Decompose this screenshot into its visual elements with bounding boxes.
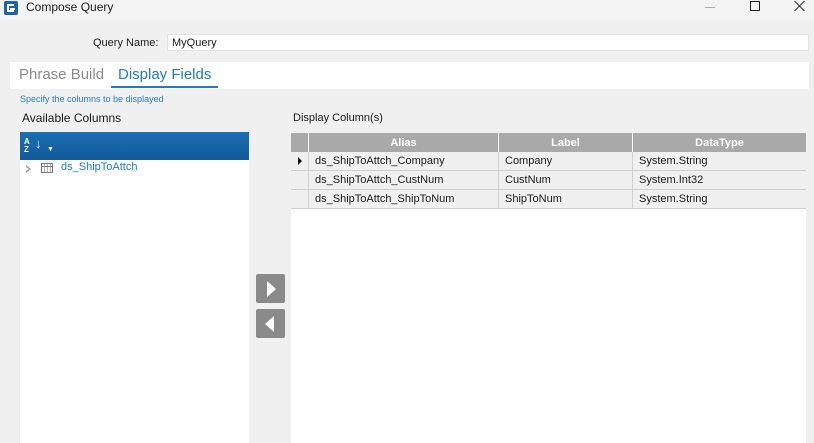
available-columns-title: Available Columns (22, 111, 122, 125)
active-tab-indicator (111, 86, 218, 88)
row-selector[interactable] (291, 152, 309, 170)
cell-alias[interactable]: ds_ShipToAttch_Company (309, 152, 499, 170)
remove-column-button[interactable] (256, 309, 285, 338)
table-row[interactable]: ds_ShipToAttch_CustNum CustNum System.In… (291, 171, 806, 190)
column-header-alias[interactable]: Alias (309, 133, 499, 152)
row-selector[interactable] (291, 190, 309, 208)
current-row-icon (298, 157, 302, 165)
tab-phrase-build[interactable]: Phrase Build (19, 65, 104, 85)
minimize-icon[interactable] (700, 0, 720, 14)
query-name-label: Query Name: (93, 37, 159, 49)
tab-strip: Phrase Build Display Fields (10, 62, 809, 89)
cell-label[interactable]: Company (499, 152, 633, 170)
table-icon (41, 163, 53, 173)
table-row[interactable]: ds_ShipToAttch_ShipToNum ShipToNum Syste… (291, 190, 806, 209)
tree-item-ds-shiptoattch[interactable]: ds_ShipToAttch (20, 160, 249, 176)
cell-datatype[interactable]: System.Int32 (633, 171, 806, 189)
close-icon[interactable] (790, 0, 810, 14)
display-columns-grid: Alias Label DataType ds_ShipToAttch_Comp… (291, 133, 806, 443)
cell-label[interactable]: CustNum (499, 171, 633, 189)
row-selector[interactable] (291, 171, 309, 189)
maximize-icon[interactable] (745, 0, 765, 14)
app-logo-icon (4, 1, 18, 15)
tree-item-label: ds_ShipToAttch (61, 161, 138, 173)
cell-datatype[interactable]: System.String (633, 152, 806, 170)
cell-alias[interactable]: ds_ShipToAttch_ShipToNum (309, 190, 499, 208)
title-bar: Compose Query (0, 0, 814, 20)
query-name-input[interactable] (167, 34, 809, 51)
table-row[interactable]: ds_ShipToAttch_Company Company System.St… (291, 152, 806, 171)
column-header-label[interactable]: Label (499, 133, 633, 152)
available-columns-toolbar: A Z ↓ ▼ (20, 132, 249, 160)
window-title: Compose Query (26, 0, 114, 14)
sort-az-icon[interactable]: A Z ↓ (24, 137, 46, 155)
row-selector-header (291, 133, 309, 152)
grid-header: Alias Label DataType (291, 133, 806, 152)
cell-label[interactable]: ShipToNum (499, 190, 633, 208)
instruction-text: Specify the columns to be displayed (20, 94, 164, 104)
cell-alias[interactable]: ds_ShipToAttch_CustNum (309, 171, 499, 189)
column-header-datatype[interactable]: DataType (633, 133, 806, 152)
expand-icon[interactable] (26, 165, 31, 173)
add-column-button[interactable] (256, 274, 285, 303)
sort-dropdown-icon[interactable]: ▼ (47, 146, 54, 153)
tab-display-fields[interactable]: Display Fields (118, 65, 211, 85)
display-columns-title: Display Column(s) (293, 112, 383, 124)
available-columns-panel: A Z ↓ ▼ ds_ShipToAttch (20, 132, 249, 443)
cell-datatype[interactable]: System.String (633, 190, 806, 208)
